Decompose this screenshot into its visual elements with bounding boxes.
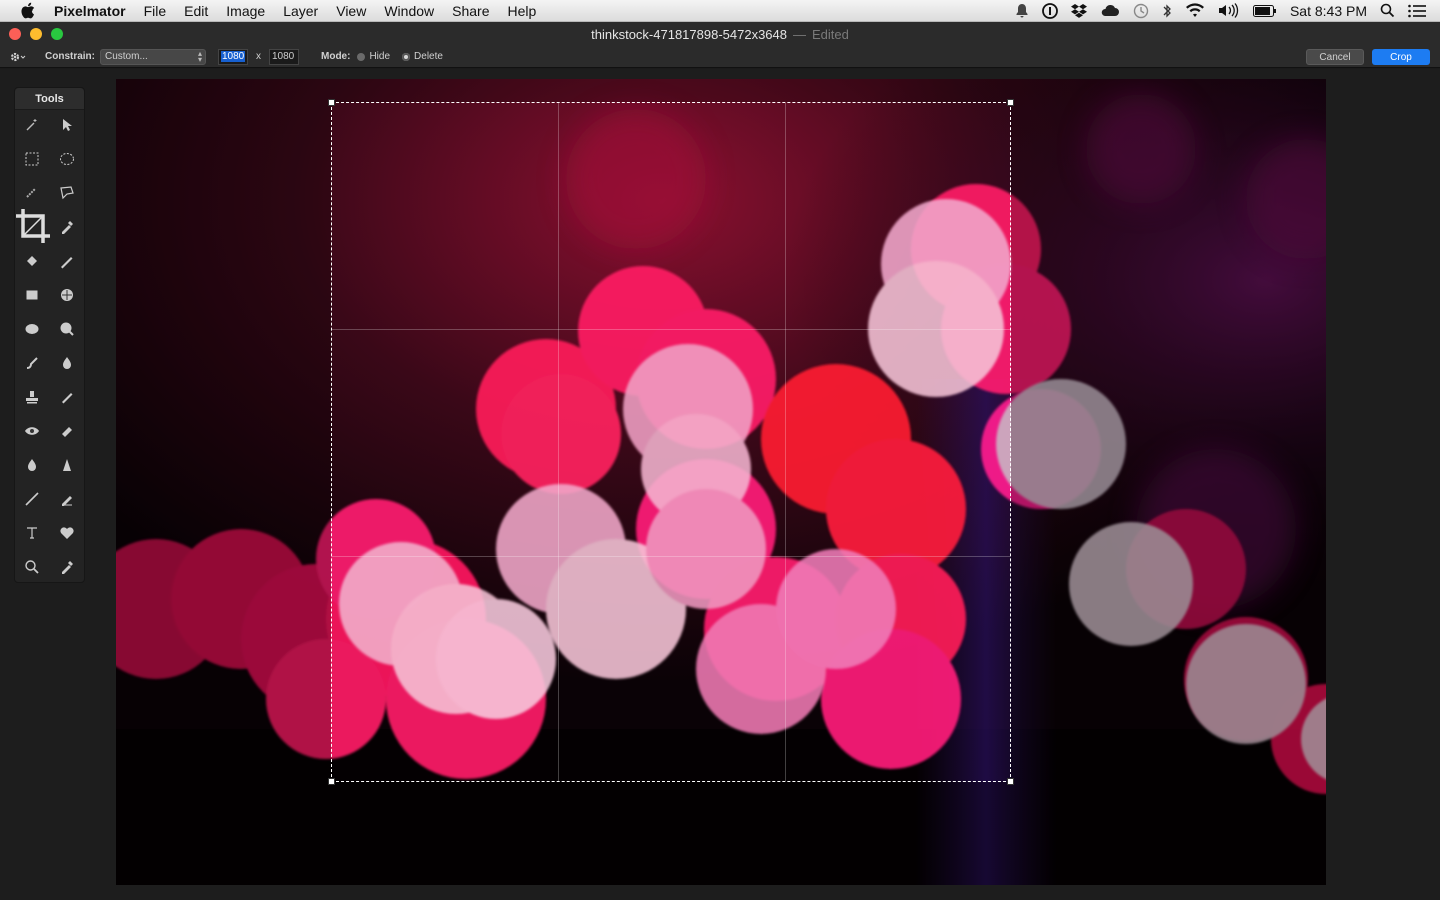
custom-shape-heart-icon[interactable] (55, 521, 79, 545)
menu-file[interactable]: File (135, 0, 176, 22)
crop-handle-top-right[interactable] (1007, 99, 1014, 106)
zoom-tool-icon[interactable] (20, 555, 44, 579)
crop-button[interactable]: Crop (1372, 49, 1430, 65)
pen-tool-icon[interactable] (55, 487, 79, 511)
battery-icon[interactable] (1252, 0, 1277, 22)
cloud-sync-icon[interactable] (1100, 0, 1120, 22)
gradient-tool-icon[interactable] (55, 283, 79, 307)
crop-grid-line (332, 329, 1010, 330)
red-eye-tool-icon[interactable] (20, 419, 44, 443)
crop-grid-line (332, 556, 1010, 557)
crop-height-value: 1080 (272, 51, 295, 62)
quick-selection-tool-icon[interactable] (20, 180, 44, 204)
dropbox-icon[interactable] (1070, 0, 1087, 22)
crop-width-input[interactable]: 1080 (218, 48, 248, 65)
crop-grid-line (785, 103, 786, 781)
notification-bell-icon[interactable] (1015, 0, 1029, 22)
window-title-bar: thinkstock-471817898-5472x3648 — Edited (0, 22, 1440, 46)
mode-hide-radio[interactable] (357, 52, 366, 61)
title-separator: — (793, 26, 806, 42)
menu-app-name[interactable]: Pixelmator (54, 0, 135, 22)
constrain-select[interactable]: Custom... ▴ ▾ (100, 48, 206, 65)
cancel-button[interactable]: Cancel (1306, 49, 1364, 65)
volume-icon[interactable] (1218, 0, 1240, 22)
gear-icon[interactable] (9, 51, 29, 63)
smudge-tool-icon[interactable] (20, 351, 44, 375)
magic-wand-tool-icon[interactable] (20, 113, 44, 137)
lasso-tool-icon[interactable] (55, 180, 79, 204)
ellipse-marquee-tool-icon[interactable] (55, 147, 79, 171)
burn-tool-icon[interactable] (55, 351, 79, 375)
mode-delete-radio[interactable] (402, 52, 411, 61)
select-arrows-icon: ▴ ▾ (197, 48, 202, 64)
pen-line-tool-icon[interactable] (20, 487, 44, 511)
type-tool-icon[interactable] (20, 521, 44, 545)
pencil-tool-icon[interactable] (55, 249, 79, 273)
mode-hide-label[interactable]: Hide (369, 51, 390, 62)
crop-tool-icon[interactable] (13, 206, 53, 246)
crop-options-bar: Constrain: Custom... ▴ ▾ 1080 x 1080 Mode… (0, 46, 1440, 68)
constrain-value: Custom... (105, 51, 148, 62)
window-close-button[interactable] (9, 28, 21, 40)
blur-tool-icon[interactable] (20, 453, 44, 477)
spotlight-search-icon[interactable] (1380, 0, 1395, 22)
color-picker-tool-icon[interactable] (55, 555, 79, 579)
window-minimize-button[interactable] (30, 28, 42, 40)
eraser-tool-icon[interactable] (55, 419, 79, 443)
document-title: thinkstock-471817898-5472x3648 (591, 26, 787, 42)
dimension-separator: x (256, 51, 261, 62)
crop-selection[interactable] (328, 99, 1014, 785)
crop-handle-top-left[interactable] (328, 99, 335, 106)
shape-rectangle-tool-icon[interactable] (20, 283, 44, 307)
apple-icon[interactable] (20, 2, 38, 20)
edited-label: Edited (812, 26, 849, 42)
menu-edit[interactable]: Edit (175, 0, 217, 22)
menu-help[interactable]: Help (498, 0, 545, 22)
tools-palette: Tools (14, 87, 85, 583)
clone-stamp-tool-icon[interactable] (20, 385, 44, 409)
menu-bar: Pixelmator File Edit Image Layer View Wi… (0, 0, 1440, 22)
crop-handle-bottom-left[interactable] (328, 778, 335, 785)
menu-layer[interactable]: Layer (274, 0, 327, 22)
bluetooth-icon[interactable] (1162, 0, 1172, 22)
mode-delete-label[interactable]: Delete (414, 51, 443, 62)
window-fullscreen-button[interactable] (51, 28, 63, 40)
eyedropper-tool-icon[interactable] (55, 215, 79, 239)
move-tool-icon[interactable] (55, 113, 79, 137)
wifi-icon[interactable] (1185, 0, 1205, 22)
warp-tool-icon[interactable] (55, 317, 79, 341)
time-machine-icon[interactable] (1133, 0, 1149, 22)
notification-center-icon[interactable] (1408, 0, 1426, 22)
crop-width-value: 1080 (221, 51, 246, 62)
menu-image[interactable]: Image (217, 0, 274, 22)
crop-height-input[interactable]: 1080 (269, 48, 299, 65)
crop-grid-line (558, 103, 559, 781)
tools-title: Tools (15, 88, 84, 110)
constrain-label: Constrain: (45, 51, 95, 62)
onepassword-icon[interactable] (1042, 0, 1058, 22)
menu-view[interactable]: View (327, 0, 375, 22)
sharpen-tool-icon[interactable] (55, 453, 79, 477)
rect-marquee-tool-icon[interactable] (20, 147, 44, 171)
menu-window[interactable]: Window (375, 0, 443, 22)
brush-tool-icon[interactable] (55, 385, 79, 409)
menu-clock[interactable]: Sat 8:43 PM (1290, 0, 1367, 22)
menu-share[interactable]: Share (443, 0, 498, 22)
ellipse-shape-tool-icon[interactable] (20, 317, 44, 341)
crop-handle-bottom-right[interactable] (1007, 778, 1014, 785)
mode-label: Mode: (321, 51, 351, 62)
paint-bucket-tool-icon[interactable] (20, 249, 44, 273)
